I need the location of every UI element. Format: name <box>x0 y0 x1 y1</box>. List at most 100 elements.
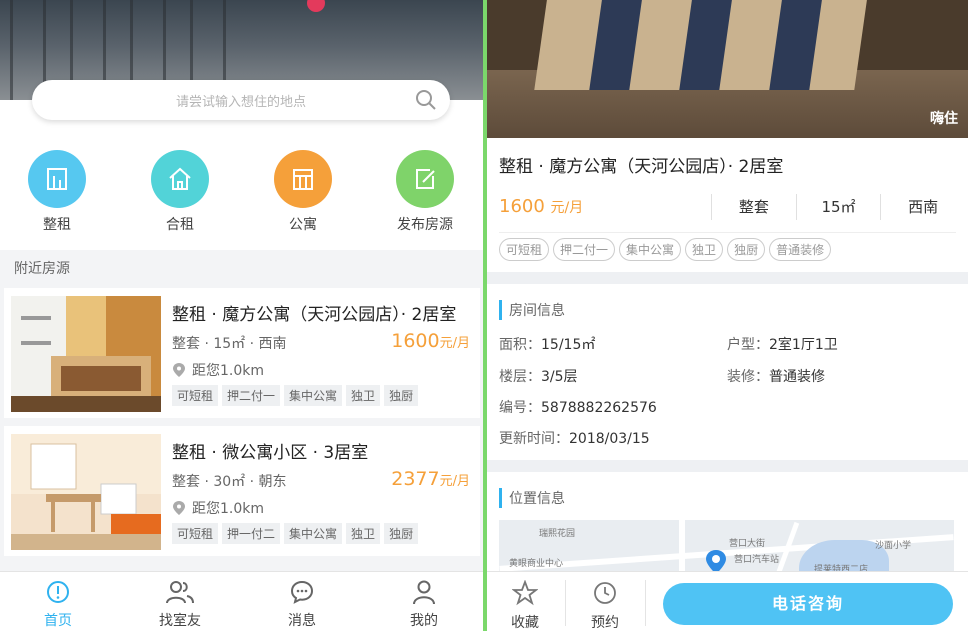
tab-messages[interactable]: 消息 <box>262 578 342 630</box>
listing-price: 1600 元/月 <box>499 196 583 217</box>
listing-card[interactable]: 整租 · 微公寓小区 · 3居室 整套 · 30㎡ · 朝东 2377元/月 距… <box>4 426 480 556</box>
detail-screen: 嗨住 整租 · 魔方公寓（天河公园店）· 2居室 1600 元/月 整套 15㎡… <box>487 0 968 631</box>
listing-price-value: 2377 <box>391 468 440 490</box>
search-placeholder: 请尝试输入想住的地点 <box>175 95 306 110</box>
listing-photo <box>11 296 161 412</box>
listing-card[interactable]: 整租 · 魔方公寓（天河公园店）· 2居室 整套 · 15㎡ · 西南 1600… <box>4 288 480 418</box>
location-pin-icon <box>173 501 185 515</box>
room-floor-value: 3/5层 <box>541 369 578 385</box>
listing-tag: 独厨 <box>384 385 419 406</box>
distance-text: 距您1.0km <box>192 363 265 379</box>
listing-tag: 独厨 <box>727 238 766 261</box>
room-layout: 户型：2室1厅1卫 <box>727 334 838 354</box>
listing-price-value: 1600 <box>499 196 545 217</box>
listing-price: 2377元/月 <box>391 468 470 490</box>
listing-tag: 押一付二 <box>222 523 281 544</box>
listing-summary: 整租 · 魔方公寓（天河公园店）· 2居室 1600 元/月 整套 15㎡ 西南… <box>487 138 968 272</box>
favorite-button[interactable]: 收藏 <box>495 579 555 631</box>
divider-line <box>499 232 956 233</box>
reserve-button[interactable]: 预约 <box>575 580 635 631</box>
nearby-header: 附近房源 <box>0 250 483 282</box>
tab-label: 首页 <box>44 613 72 629</box>
building-icon <box>28 150 86 208</box>
room-decoration: 装修：普通装修 <box>727 366 825 386</box>
category-whole-rent[interactable]: 整租 <box>17 150 97 234</box>
listing-price-value: 1600 <box>391 330 440 352</box>
tab-find-roommate[interactable]: 找室友 <box>140 578 220 630</box>
listing-distance: 距您1.0km <box>172 498 264 518</box>
search-bar[interactable]: 请尝试输入想住的地点 <box>32 80 450 120</box>
room-decoration-value: 普通装修 <box>769 369 825 385</box>
message-icon <box>290 580 314 604</box>
divider-line <box>645 580 646 626</box>
attr-type: 整套 <box>711 194 796 220</box>
bottom-tab-bar: 首页 找室友 消息 我的 <box>0 571 483 631</box>
room-id-label: 编号： <box>499 400 541 416</box>
room-updated-value: 2018/03/15 <box>569 431 650 447</box>
listing-title: 整租 · 魔方公寓（天河公园店）· 2居室 <box>172 305 457 325</box>
category-shared-rent[interactable]: 合租 <box>140 150 220 234</box>
star-icon <box>511 579 539 606</box>
home-icon <box>47 581 69 603</box>
section-heading: 房间信息 <box>499 300 565 320</box>
listing-price-unit: 元/月 <box>439 474 470 489</box>
room-photo[interactable]: 嗨住 <box>487 0 968 138</box>
reserve-label: 预约 <box>591 615 619 631</box>
room-decoration-label: 装修： <box>727 369 769 385</box>
home-screen: 请尝试输入想住的地点 整租 合租 公寓 发布房源 附近房源 整租 · 魔方公寓（… <box>0 0 483 631</box>
watermark-logo: 嗨住 <box>930 111 958 127</box>
attr-orientation: 西南 <box>880 194 965 220</box>
room-area: 面积：15/15㎡ <box>499 334 595 354</box>
listing-tag: 独厨 <box>384 523 419 544</box>
apartment-icon <box>274 150 332 208</box>
search-icon[interactable] <box>414 88 438 112</box>
category-label: 发布房源 <box>397 217 453 233</box>
divider-line <box>565 580 566 626</box>
room-updated: 更新时间：2018/03/15 <box>499 428 650 448</box>
favorite-label: 收藏 <box>511 615 539 631</box>
listing-price-unit: 元/月 <box>550 200 584 216</box>
room-info-section: 房间信息 面积：15/15㎡ 户型：2室1厅1卫 楼层：3/5层 装修：普通装修… <box>487 284 968 460</box>
listing-price-unit: 元/月 <box>439 336 470 351</box>
tab-label: 我的 <box>410 613 438 629</box>
tab-home[interactable]: 首页 <box>18 578 98 630</box>
listing-tag: 集中公寓 <box>284 385 343 406</box>
nearby-title: 附近房源 <box>14 261 70 277</box>
room-area-label: 面积： <box>499 337 541 353</box>
listing-tag: 可短租 <box>172 385 219 406</box>
people-icon <box>166 581 194 604</box>
location-pin-icon <box>173 363 185 377</box>
room-floor: 楼层：3/5层 <box>499 366 578 386</box>
tab-profile[interactable]: 我的 <box>384 578 464 630</box>
distance-text: 距您1.0km <box>192 501 265 517</box>
listing-title: 整租 · 微公寓小区 · 3居室 <box>172 443 369 463</box>
room-updated-label: 更新时间： <box>499 431 569 447</box>
listing-tag: 押二付一 <box>222 385 281 406</box>
tab-label: 消息 <box>288 613 316 629</box>
category-apartment[interactable]: 公寓 <box>263 150 343 234</box>
user-icon <box>413 580 435 605</box>
listing-meta: 整套 · 15㎡ · 西南 <box>172 336 287 352</box>
edit-icon <box>396 150 454 208</box>
phone-consult-button[interactable]: 电话咨询 <box>663 583 953 625</box>
listing-title: 整租 · 魔方公寓（天河公园店）· 2居室 <box>499 157 784 177</box>
listing-meta: 整套 · 30㎡ · 朝东 <box>172 474 287 490</box>
room-area-value: 15/15㎡ <box>541 337 596 353</box>
listing-tags: 可短租 押一付二 集中公寓 独卫 独厨 <box>172 523 419 544</box>
map-label: 沙面小学 <box>875 541 912 551</box>
location-section: 位置信息 瑞熙花园 营口大街 黄眼商业中心 营口汽车站 沙面小学 提莱特西二店 <box>487 472 968 610</box>
category-post-listing[interactable]: 发布房源 <box>385 150 465 234</box>
listing-distance: 距您1.0km <box>172 360 264 380</box>
listing-tag: 可短租 <box>499 238 550 261</box>
tab-label: 找室友 <box>159 613 201 629</box>
category-label: 公寓 <box>289 217 317 233</box>
listing-tag: 独卫 <box>685 238 724 261</box>
category-label: 整租 <box>43 217 71 233</box>
listing-tag: 集中公寓 <box>619 238 682 261</box>
listing-photo <box>11 434 161 550</box>
map-label: 黄眼商业中心 <box>509 559 564 569</box>
listing-tag: 集中公寓 <box>284 523 343 544</box>
room-layout-label: 户型： <box>727 337 769 353</box>
listing-tags: 可短租 押二付一 集中公寓 独卫 独厨 普通装修 <box>499 238 832 261</box>
category-row: 整租 合租 公寓 发布房源 <box>0 138 483 250</box>
